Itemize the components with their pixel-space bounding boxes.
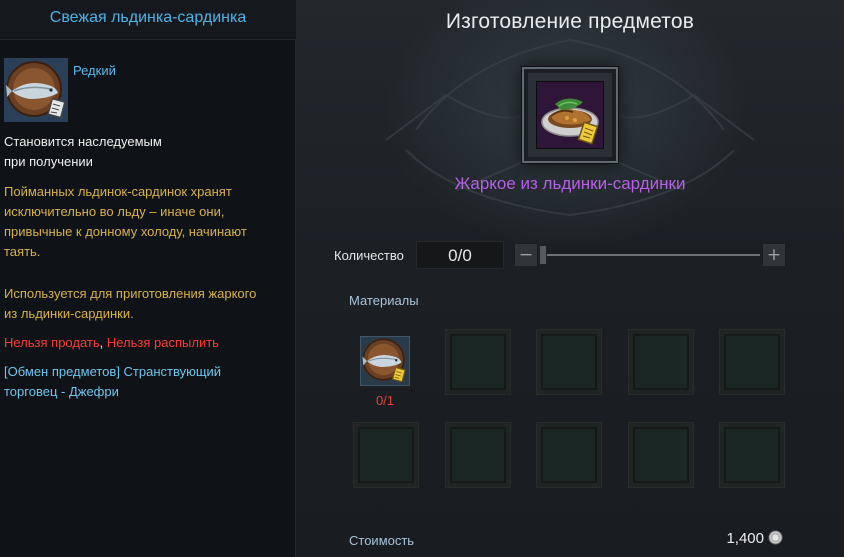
- cost-label: Стоимость: [349, 533, 415, 548]
- description-line: привычные к донному холоду, начинают: [4, 224, 247, 239]
- source-line: [Обмен предметов] Странствующий: [4, 364, 222, 379]
- quantity-label: Количество: [334, 248, 404, 263]
- material-slot-empty[interactable]: [354, 423, 418, 487]
- material-slot-empty[interactable]: [537, 423, 601, 487]
- item-description: Пойманных льдинок-сардинок хранят исключ…: [4, 182, 288, 262]
- bind-info: Становится наследуемым при получении: [4, 132, 288, 172]
- usage-line: Используется для приготовления жаркого: [4, 286, 257, 301]
- item-restrictions: Нельзя продать, Нельзя распылить: [4, 333, 288, 353]
- material-slot-empty[interactable]: [629, 423, 693, 487]
- result-item-icon-bg: [536, 81, 604, 149]
- material-slot-empty[interactable]: [720, 330, 784, 394]
- quantity-slider-handle[interactable]: [539, 245, 547, 265]
- material-count: 0/1: [375, 393, 395, 408]
- result-item-slot[interactable]: [522, 67, 618, 163]
- item-source[interactable]: [Обмен предметов] Странствующий торговец…: [4, 362, 288, 402]
- bind-line: при получении: [4, 154, 93, 169]
- description-line: таять.: [4, 244, 41, 259]
- roasted-fish-dish-icon: [541, 98, 599, 145]
- material-slot-empty[interactable]: [446, 330, 510, 394]
- material-slot-empty[interactable]: [629, 330, 693, 394]
- sardine-on-plate-icon: [362, 338, 406, 383]
- usage-line: из льдинки-сардинки.: [4, 306, 134, 321]
- material-slot-empty[interactable]: [537, 330, 601, 394]
- decrease-quantity-button[interactable]: −: [514, 243, 538, 267]
- source-line: торговец - Джефри: [4, 384, 119, 399]
- description-line: исключительно во льду – иначе они,: [4, 204, 225, 219]
- quantity-input[interactable]: 0/0: [416, 241, 504, 269]
- item-rarity: Редкий: [73, 63, 116, 78]
- material-slot-empty[interactable]: [720, 423, 784, 487]
- cost-value: 1,400: [726, 530, 764, 547]
- restriction-separator: ,: [99, 335, 107, 350]
- materials-label: Материалы: [349, 293, 419, 308]
- material-slot-1[interactable]: [360, 336, 410, 386]
- crafting-panel: Изготовление предметов Жаркое из льдинки…: [296, 0, 844, 557]
- bind-line: Становится наследуемым: [4, 134, 162, 149]
- restriction-disassemble: Нельзя распылить: [106, 335, 219, 350]
- description-line: Пойманных льдинок-сардинок хранят: [4, 184, 232, 199]
- crafting-title: Изготовление предметов: [445, 10, 695, 33]
- silver-coin-icon: [768, 530, 783, 545]
- quantity-slider-track[interactable]: [542, 254, 760, 256]
- tooltip-header: Свежая льдинка-сардинка: [0, 0, 296, 40]
- restriction-sell: Нельзя продать: [4, 335, 100, 350]
- item-tooltip: Свежая льдинка-сардинка Редкий Становитс…: [0, 0, 296, 557]
- sardine-on-plate-icon: [4, 58, 68, 122]
- item-name: Свежая льдинка-сардинка: [49, 9, 247, 26]
- item-usage: Используется для приготовления жаркого и…: [4, 284, 288, 324]
- material-slot-empty[interactable]: [446, 423, 510, 487]
- result-item-name: Жаркое из льдинки-сардинки: [454, 174, 686, 193]
- increase-quantity-button[interactable]: +: [762, 243, 786, 267]
